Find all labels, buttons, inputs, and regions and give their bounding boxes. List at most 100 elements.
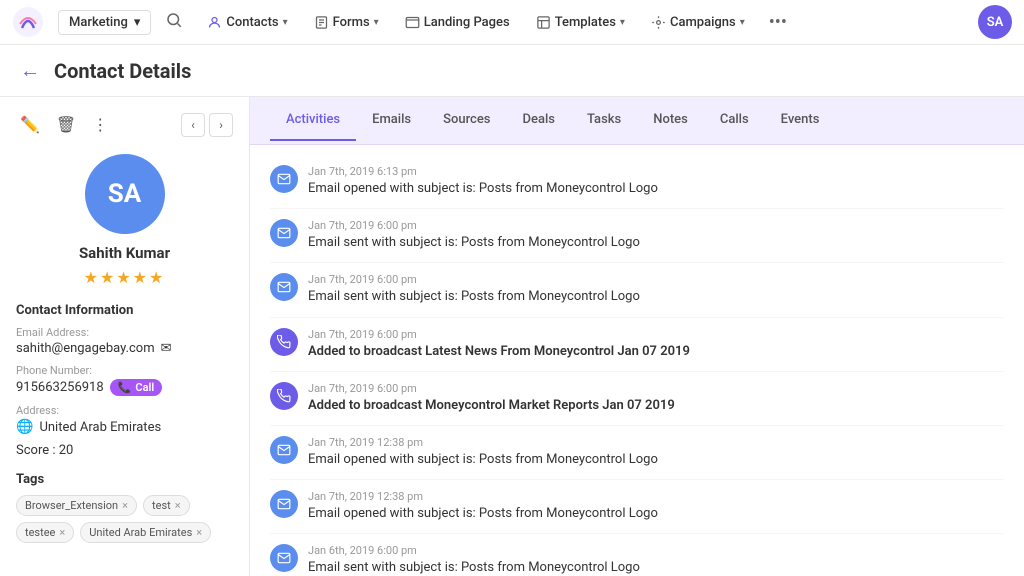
edit-icon[interactable]: ✏️ — [16, 111, 44, 138]
activity-item: Jan 6th, 2019 6:00 pm Email sent with su… — [270, 534, 1004, 576]
tab-notes[interactable]: Notes — [637, 100, 704, 141]
activity-content: Jan 7th, 2019 6:00 pm Email sent with su… — [308, 273, 1004, 306]
workspace-selector[interactable]: Marketing ▾ — [58, 10, 151, 35]
tag-remove-button[interactable]: × — [196, 526, 202, 539]
phone-label: Phone Number: — [16, 364, 233, 377]
nav-campaigns-label: Campaigns — [670, 15, 736, 30]
activity-item: Jan 7th, 2019 6:00 pm Email sent with su… — [270, 209, 1004, 263]
activity-content: Jan 6th, 2019 6:00 pm Email sent with su… — [308, 544, 1004, 576]
activity-content: Jan 7th, 2019 6:00 pm Added to broadcast… — [308, 382, 1004, 415]
tags-list: Browser_Extension×test×testee×United Ara… — [16, 495, 233, 543]
activity-dot — [270, 328, 298, 356]
tab-deals[interactable]: Deals — [507, 100, 571, 141]
activity-icon-col — [270, 382, 298, 415]
tag-label: testee — [25, 526, 55, 539]
nav-templates[interactable]: Templates ▾ — [526, 11, 635, 34]
activity-text: Email opened with subject is: Posts from… — [308, 451, 1004, 469]
tab-emails[interactable]: Emails — [356, 100, 427, 141]
tab-activities[interactable]: Activities — [270, 100, 356, 141]
nav-landing-pages[interactable]: Landing Pages — [395, 11, 520, 34]
activity-text: Added to broadcast Moneycontrol Market R… — [308, 397, 1004, 415]
nav-campaigns[interactable]: Campaigns ▾ — [641, 11, 755, 34]
tags-section: Tags Browser_Extension×test×testee×Unite… — [16, 472, 233, 543]
activity-time: Jan 6th, 2019 6:00 pm — [308, 544, 1004, 557]
activity-dot — [270, 490, 298, 518]
nav-arrows: ‹ › — [181, 113, 233, 137]
top-navigation: Marketing ▾ Contacts ▾ Forms ▾ Landing P… — [0, 0, 1024, 45]
activity-time: Jan 7th, 2019 12:38 pm — [308, 436, 1004, 449]
activity-feed: Jan 7th, 2019 6:13 pm Email opened with … — [250, 145, 1024, 576]
user-avatar[interactable]: SA — [978, 5, 1012, 39]
activity-icon-col — [270, 544, 298, 576]
left-panel: ✏️ 🗑 ⋮ ‹ › SA Sahith Kumar ★★★★★ Contact… — [0, 97, 250, 576]
activity-text: Added to broadcast Latest News From Mone… — [308, 343, 1004, 361]
tag-item: Browser_Extension × — [16, 495, 137, 516]
campaigns-chevron: ▾ — [740, 17, 745, 28]
contact-avatar: SA — [85, 154, 165, 234]
activity-time: Jan 7th, 2019 6:00 pm — [308, 382, 1004, 395]
activity-item: Jan 7th, 2019 12:38 pm Email opened with… — [270, 426, 1004, 480]
email-value: sahith@engagebay.com ✉ — [16, 341, 233, 356]
tag-remove-button[interactable]: × — [175, 499, 181, 512]
left-actions: ✏️ 🗑 ⋮ ‹ › — [16, 111, 233, 138]
contacts-chevron: ▾ — [283, 17, 288, 28]
phone-value: 915663256918 📞 Call — [16, 379, 233, 396]
address-value: 🌐 United Arab Emirates — [16, 419, 233, 435]
tag-remove-button[interactable]: × — [59, 526, 65, 539]
more-icon[interactable]: ⋮ — [88, 111, 112, 138]
activity-item: Jan 7th, 2019 6:13 pm Email opened with … — [270, 155, 1004, 209]
tag-label: Browser_Extension — [25, 499, 118, 512]
activity-dot — [270, 382, 298, 410]
page-title: Contact Details — [54, 59, 191, 83]
tab-calls[interactable]: Calls — [704, 100, 765, 141]
next-contact-button[interactable]: › — [209, 113, 233, 137]
activity-icon-col — [270, 273, 298, 306]
app-logo[interactable] — [12, 6, 44, 38]
contact-info-section: Contact Information Email Address: sahit… — [16, 303, 233, 458]
call-button[interactable]: 📞 Call — [110, 379, 163, 396]
avatar-section: SA Sahith Kumar ★★★★★ — [16, 154, 233, 287]
activity-text: Email sent with subject is: Posts from M… — [308, 234, 1004, 252]
activity-item: Jan 7th, 2019 6:00 pm Email sent with su… — [270, 263, 1004, 317]
activity-icon-col — [270, 436, 298, 469]
nav-contacts-label: Contacts — [226, 15, 278, 30]
activity-time: Jan 7th, 2019 12:38 pm — [308, 490, 1004, 503]
back-button[interactable]: ← — [20, 58, 40, 83]
activity-time: Jan 7th, 2019 6:13 pm — [308, 165, 1004, 178]
activity-icon-col — [270, 328, 298, 361]
activity-content: Jan 7th, 2019 6:00 pm Email sent with su… — [308, 219, 1004, 252]
email-icon: ✉ — [161, 341, 172, 356]
activity-dot — [270, 165, 298, 193]
contact-rating: ★★★★★ — [84, 268, 166, 287]
tab-sources[interactable]: Sources — [427, 100, 506, 141]
activity-time: Jan 7th, 2019 6:00 pm — [308, 273, 1004, 286]
avatar-initials: SA — [108, 179, 141, 209]
tag-label: United Arab Emirates — [89, 526, 192, 539]
tag-item: test× — [143, 495, 190, 516]
more-options-button[interactable]: ••• — [761, 8, 795, 37]
activity-item: Jan 7th, 2019 6:00 pm Added to broadcast… — [270, 372, 1004, 426]
activity-dot — [270, 544, 298, 572]
activity-item: Jan 7th, 2019 6:00 pm Added to broadcast… — [270, 318, 1004, 372]
nav-forms-label: Forms — [333, 15, 370, 30]
activity-time: Jan 7th, 2019 6:00 pm — [308, 328, 1004, 341]
activity-text: Email sent with subject is: Posts from M… — [308, 559, 1004, 576]
search-button[interactable] — [157, 7, 191, 37]
nav-forms[interactable]: Forms ▾ — [304, 11, 389, 34]
tab-events[interactable]: Events — [765, 100, 836, 141]
tags-title: Tags — [16, 472, 233, 487]
activity-content: Jan 7th, 2019 12:38 pm Email opened with… — [308, 490, 1004, 523]
nav-contacts[interactable]: Contacts ▾ — [197, 11, 297, 34]
activity-icon-col — [270, 165, 298, 198]
tag-item: United Arab Emirates × — [80, 522, 211, 543]
tag-remove-button[interactable]: × — [122, 499, 128, 512]
score-value: Score : 20 — [16, 443, 233, 458]
activity-dot — [270, 219, 298, 247]
delete-icon[interactable]: 🗑 — [52, 111, 80, 138]
activity-icon-col — [270, 490, 298, 523]
workspace-chevron: ▾ — [134, 15, 141, 30]
activity-time: Jan 7th, 2019 6:00 pm — [308, 219, 1004, 232]
activity-dot — [270, 436, 298, 464]
prev-contact-button[interactable]: ‹ — [181, 113, 205, 137]
tab-tasks[interactable]: Tasks — [571, 100, 637, 141]
